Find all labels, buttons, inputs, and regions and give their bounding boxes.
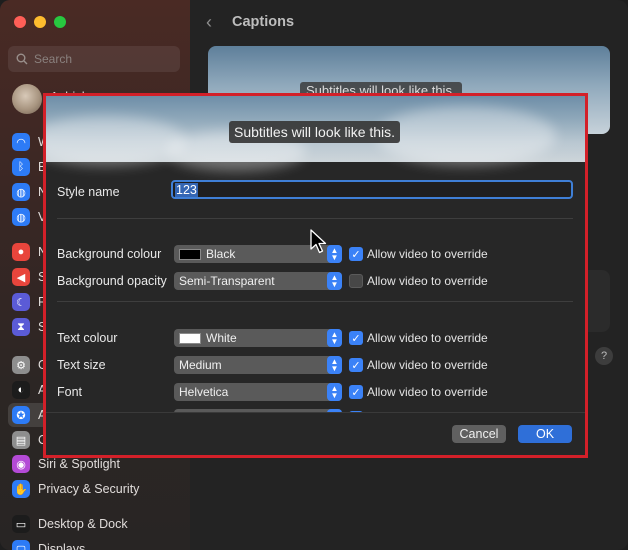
globe-icon: ◍ [12,208,30,226]
wifi-icon: ◠ [12,133,30,151]
divider [57,218,573,219]
text-size-override-label: Allow video to override [367,358,488,372]
text-colour-label: Text colour [57,331,118,345]
minimize-window-button[interactable] [34,16,46,28]
font-label: Font [57,385,83,399]
font-popup[interactable]: Helvetica ▲ ▼ [174,383,342,401]
background-colour-value: Black [206,247,236,261]
style-name-label: Style name [57,185,120,199]
sidebar-item-displays[interactable]: ▢ Displays [8,537,184,550]
background-opacity-popup[interactable]: Semi-Transparent ▲ ▼ [174,272,342,290]
bluetooth-icon: ᛒ [12,158,30,176]
bell-icon: ● [12,243,30,261]
font-override-checkbox[interactable]: ✓ [349,385,363,399]
text-size-label: Text size [57,358,106,372]
accessibility-icon: ✪ [12,406,30,424]
text-size-value: Medium [179,358,222,372]
preview-subtitle-text: Subtitles will look like this. [229,121,401,143]
caption-preview: Subtitles will look like this. [46,96,585,171]
text-colour-popup[interactable]: White ▲ ▼ [174,329,342,347]
page-title: Captions [232,14,295,30]
mouse-cursor-icon [310,229,327,254]
updown-chevron-icon: ▲▼ [327,383,342,401]
hourglass-icon: ⧗ [12,318,30,336]
text-colour-override-label: Allow video to override [367,331,488,345]
avatar[interactable] [12,84,42,114]
gear-icon: ⚙ [12,356,30,374]
text-size-override-checkbox[interactable]: ✓ [349,358,363,372]
hand-icon: ✋ [12,480,30,498]
text-colour-override-checkbox[interactable]: ✓ [349,331,363,345]
display-icon: ▢ [12,540,30,550]
text-size-popup[interactable]: Medium ▲ ▼ [174,356,342,374]
background-colour-override-label: Allow video to override [367,247,488,261]
dock-icon: ▭ [12,515,30,533]
updown-chevron-icon: ▲▼ [327,329,342,347]
sidebar-item-privacy-security[interactable]: ✋ Privacy & Security [8,477,184,501]
speaker-icon: ◀ [12,268,30,286]
control-centre-icon: ▤ [12,431,30,449]
style-name-value: 123 [175,182,198,197]
background-opacity-label: Background opacity [57,274,167,288]
text-colour-value: White [206,331,237,345]
back-chevron-icon[interactable]: ‹ [206,12,212,33]
updown-chevron-icon: ▲▼ [327,356,342,374]
caption-style-dialog: Subtitles will look like this. Style nam… [43,93,588,458]
background-colour-override-checkbox[interactable]: ✓ [349,247,363,261]
divider [57,301,573,302]
font-override-label: Allow video to override [367,385,488,399]
sidebar-item-label: Displays [38,542,86,550]
colour-swatch [179,332,201,344]
background-opacity-override-checkbox[interactable] [349,274,363,288]
ok-button[interactable]: OK [518,425,572,443]
colour-swatch [179,248,201,260]
search-input[interactable] [34,52,174,66]
help-button[interactable]: ? [595,347,613,365]
close-window-button[interactable] [14,16,26,28]
moon-icon: ☾ [12,293,30,311]
background-opacity-value: Semi-Transparent [179,274,275,288]
search-field[interactable] [8,46,180,72]
siri-icon: ◉ [12,455,30,473]
updown-chevron-icon: ▲▼ [327,272,342,290]
window-controls [14,16,66,28]
updown-chevron-icon: ▲▼ [327,245,342,263]
cancel-button[interactable]: Cancel [452,425,506,443]
appearance-icon: ◐ [12,381,30,399]
sidebar-item-label: Siri & Spotlight [38,457,120,471]
style-name-input[interactable]: 123 [171,180,573,199]
zoom-window-button[interactable] [54,16,66,28]
dialog-footer: Cancel OK [46,412,585,455]
background-opacity-override-label: Allow video to override [367,274,488,288]
sidebar-item-label: Desktop & Dock [38,517,128,531]
font-value: Helvetica [179,385,229,399]
background-colour-label: Background colour [57,247,162,261]
globe-icon: ◍ [12,183,30,201]
sidebar-item-label: Privacy & Security [38,482,140,496]
search-icon [16,53,28,65]
sidebar-item-desktop-dock[interactable]: ▭ Desktop & Dock [8,512,184,536]
